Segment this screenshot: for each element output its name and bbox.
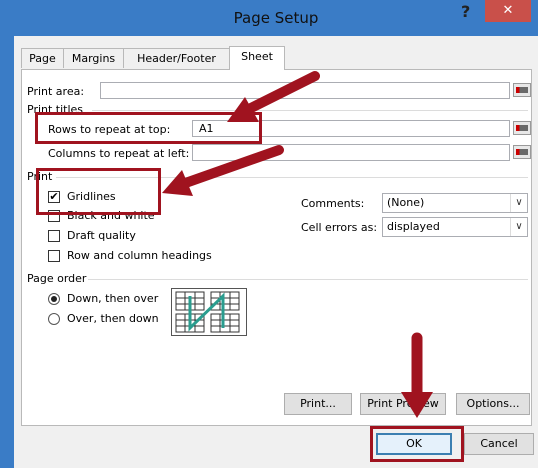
tab-sheet[interactable]: Sheet <box>229 46 285 70</box>
arrow-head-ok <box>401 392 433 418</box>
page-setup-dialog: Page Setup ? ✕ Page Margins Header/Foote… <box>0 0 538 468</box>
arrow-to-gridlines <box>172 145 284 191</box>
annotation-arrows <box>162 71 433 418</box>
